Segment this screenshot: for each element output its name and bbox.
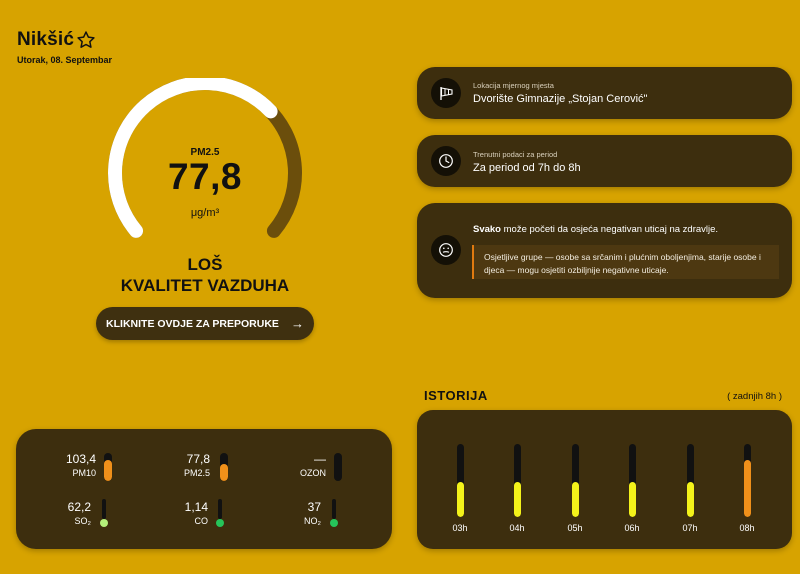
- sensitive-groups-box: Osjetljive grupe — osobe sa srčanim i pl…: [472, 245, 779, 279]
- favorite-star-icon[interactable]: [76, 30, 96, 50]
- recommendations-button[interactable]: KLIKNITE OVDJE ZA PREPORUKE →: [96, 307, 314, 340]
- no2-level-indicator: [330, 499, 338, 527]
- pm25-level-bar: [220, 453, 228, 481]
- history-bar-label: 06h: [624, 523, 640, 533]
- air-quality-status-line1: LOŠ: [187, 255, 223, 274]
- history-bar-label: 07h: [682, 523, 698, 533]
- air-quality-status: LOŠ KVALITET VAZDUHA: [105, 254, 305, 296]
- history-bar-label: 08h: [739, 523, 755, 533]
- ozone-label: OZON: [300, 468, 326, 478]
- pm25-value: 77,8: [186, 452, 210, 466]
- ozone-level-bar: [334, 453, 342, 481]
- history-bar: [687, 444, 694, 517]
- gauge-unit: μg/m³: [190, 207, 220, 219]
- health-headline: Svako može početi da osjeća negativan ut…: [473, 224, 718, 235]
- location-value: Dvorište Gimnazije „Stojan Cerović": [473, 93, 648, 105]
- windsock-icon: [431, 78, 461, 108]
- ozone-value: —: [314, 452, 326, 466]
- co-value: 1,14: [184, 500, 208, 514]
- history-bar-label: 05h: [567, 523, 583, 533]
- history-range: ( zadnjih 8h ): [727, 391, 782, 402]
- history-title: ISTORIJA: [424, 388, 488, 403]
- current-date: Utorak, 08. Septembar: [17, 55, 113, 65]
- history-bar: [514, 444, 521, 517]
- city-title: Nikšić: [17, 29, 75, 50]
- no2-label: NO₂: [304, 516, 321, 526]
- history-bar: [629, 444, 636, 517]
- air-quality-status-line2: KVALITET VAZDUHA: [120, 276, 290, 295]
- pm10-level-bar: [104, 453, 112, 481]
- health-headline-rest: može početi da osjeća negativan uticaj n…: [501, 224, 719, 235]
- history-bar-label: 04h: [509, 523, 525, 533]
- period-value: Za period od 7h do 8h: [473, 162, 581, 174]
- period-label: Trenutni podaci za period: [473, 150, 558, 159]
- health-impact-card: Svako može početi da osjeća negativan ut…: [417, 203, 792, 298]
- pollutants-card: 103,4 PM10 77,8 PM2.5 — OZON 62,2 SO₂ 1,…: [16, 429, 392, 549]
- history-bar: [744, 444, 751, 517]
- history-bar: [572, 444, 579, 517]
- period-card: Trenutni podaci za period Za period od 7…: [417, 135, 792, 187]
- pm25-label: PM2.5: [183, 468, 210, 478]
- so2-label: SO₂: [74, 516, 92, 526]
- sad-face-icon: [431, 235, 461, 265]
- history-bar: [457, 444, 464, 517]
- co-label: CO: [194, 516, 209, 526]
- pm10-value: 103,4: [65, 452, 96, 466]
- so2-value: 62,2: [67, 500, 91, 514]
- history-card: 03h 04h 05h 06h 07h 08h: [417, 410, 792, 549]
- so2-level-indicator: [100, 499, 108, 527]
- arrow-right-icon: →: [290, 316, 304, 331]
- gauge-value: 77,8: [167, 156, 242, 197]
- sensitive-groups-text: Osjetljive grupe — osobe sa srčanim i pl…: [484, 252, 761, 275]
- location-card: Lokacija mjernog mjesta Dvorište Gimnazi…: [417, 67, 792, 119]
- recommendations-button-label: KLIKNITE OVDJE ZA PREPORUKE: [106, 317, 279, 330]
- location-label: Lokacija mjernog mjesta: [473, 81, 554, 90]
- history-bar-label: 03h: [452, 523, 468, 533]
- no2-value: 37: [307, 500, 321, 514]
- health-headline-bold: Svako: [473, 224, 501, 235]
- clock-icon: [431, 146, 461, 176]
- co-level-indicator: [216, 499, 224, 527]
- pm10-label: PM10: [72, 468, 96, 478]
